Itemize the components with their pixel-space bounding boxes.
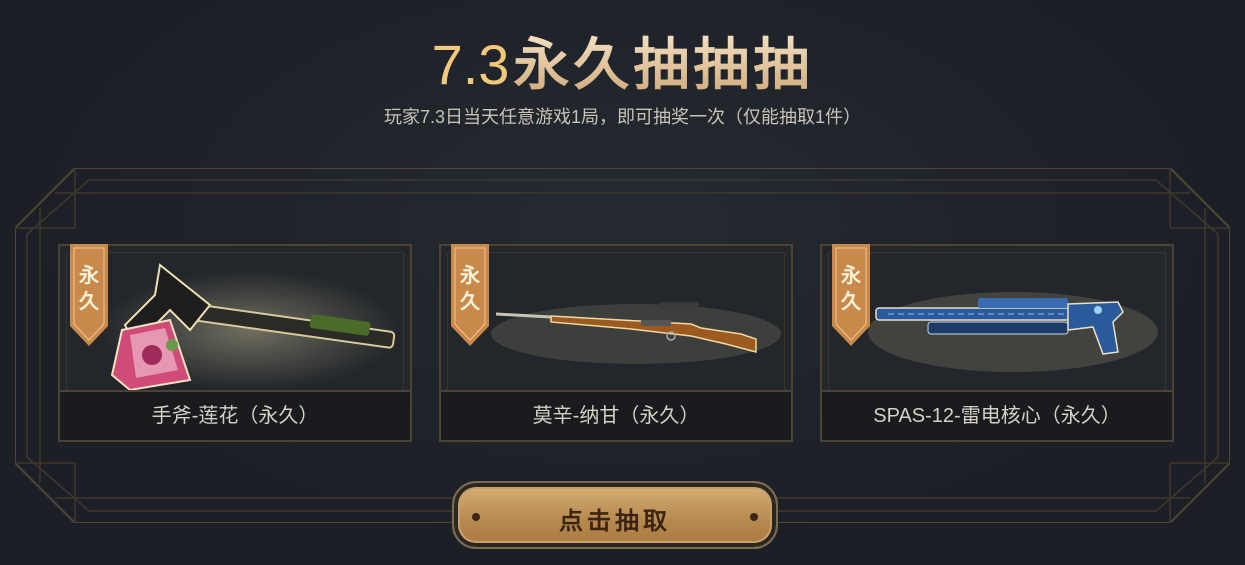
event-title-text: 永久抽抽抽 — [513, 32, 814, 98]
permanent-badge-3 — [832, 244, 870, 346]
draw-button[interactable]: 点击抽取 — [452, 481, 778, 549]
event-title-number: 7.3 — [431, 33, 510, 96]
rifle-icon — [491, 302, 781, 364]
prize-name-3: SPAS-12-雷电核心（永久） — [873, 405, 1121, 427]
prize-name-2: 莫辛-纳甘（永久） — [532, 405, 700, 427]
prize-card-1: 永久 手斧-莲花（永久） — [58, 244, 412, 442]
event-title: 7.3永久抽抽抽 — [0, 30, 1245, 100]
shotgun-icon — [868, 292, 1158, 372]
prize-card-2: 永久 莫辛-纳甘（永久） — [439, 244, 793, 442]
event-subtitle: 玩家7.3日当天任意游戏1局，即可抽奖一次（仅能抽取1件） — [383, 107, 862, 127]
permanent-badge-1 — [70, 244, 108, 346]
permanent-badge-2 — [451, 244, 489, 346]
hand-axe-icon — [100, 263, 400, 392]
prize-name-1: 手斧-莲花（永久） — [151, 405, 319, 427]
draw-button-label: 点击抽取 — [559, 506, 671, 535]
prize-card-3: 永久 SPAS-12-雷电核心（永久） — [820, 244, 1174, 442]
